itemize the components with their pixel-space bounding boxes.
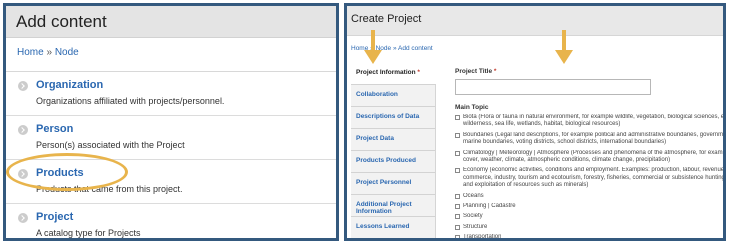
topic-label-line: commerce, industry, tourism and ecotouri… [463, 174, 725, 181]
topic-label-line: Structure [463, 223, 488, 230]
tab-project-information[interactable]: Project Information * [351, 63, 436, 85]
topic-label: Structure [463, 224, 487, 231]
topic-label-line: Society [463, 213, 483, 220]
topic-option[interactable]: Society [455, 213, 723, 220]
add-content-panel: Add content Home » Node Organization Org… [3, 3, 339, 241]
topic-checkbox[interactable] [455, 193, 460, 199]
required-marker: * [417, 69, 420, 76]
tab-label: Products Produced [356, 157, 416, 164]
create-project-panel: Create Project Home » Node » Add content… [344, 3, 726, 241]
topic-option[interactable]: Biota (Flora or fauna in natural environ… [455, 114, 725, 129]
topic-option[interactable]: Economy (economic activities, conditions… [455, 167, 725, 189]
topic-label-line: Oceans [463, 192, 484, 199]
topic-option[interactable]: Boundaries (Legal land descriptions, for… [455, 131, 725, 147]
tab-label: Lessons Learned [356, 223, 410, 230]
arrow-down-icon [364, 30, 382, 64]
topic-label-line: Planning | Cadastre [463, 203, 516, 210]
topic-label-line: Transportation [463, 234, 502, 241]
topic-label-line: cover, weather, climate, atmospheric con… [463, 157, 671, 164]
topic-label: Oceans [463, 193, 484, 200]
topic-option[interactable]: Structure [455, 224, 723, 231]
topic-label: Climatology | Meteorology | Atmosphere (… [463, 149, 725, 165]
topic-label: Boundaries (Legal land descriptions, for… [463, 131, 725, 147]
topic-label: Biota (Flora or fauna in natural environ… [463, 114, 725, 129]
topic-option[interactable]: Transportation [455, 234, 723, 241]
tab-label: Project Data [356, 135, 394, 142]
main-topic-label: Main Topic [455, 104, 489, 111]
topic-checkbox[interactable] [455, 168, 460, 174]
topic-option[interactable]: Planning | Cadastre [455, 203, 723, 210]
content-type-description: Organizations affiliated with projects/p… [36, 96, 225, 106]
topic-checkbox[interactable] [455, 235, 460, 238]
tab-project-data[interactable]: Project Data [351, 129, 435, 151]
tab-label: Additional Project Information [356, 201, 412, 215]
tab-products-produced[interactable]: Products Produced [351, 151, 435, 173]
arrow-down-icon [555, 30, 573, 64]
chevron-right-icon [18, 81, 28, 91]
tab-label: Project Information [356, 69, 416, 76]
topic-checkbox[interactable] [455, 224, 460, 230]
topic-label: Planning | Cadastre [463, 203, 516, 210]
tab-project-personnel[interactable]: Project Personnel [351, 173, 435, 195]
required-marker: * [493, 68, 497, 75]
project-title-input[interactable] [455, 79, 651, 95]
content-type-project[interactable]: Project A catalog type for Projects [6, 204, 336, 238]
breadcrumb-add-content-link[interactable]: Add content [398, 45, 433, 52]
tab-collaboration[interactable]: Collaboration [351, 85, 435, 107]
breadcrumb-node-link[interactable]: Node [55, 47, 79, 58]
content-type-description: A catalog type for Projects [36, 228, 141, 238]
breadcrumb: Home » Node [6, 38, 336, 72]
products-highlight-circle [6, 153, 128, 191]
vertical-tabs: Project Information * Collaboration Desc… [351, 63, 436, 238]
topic-label-line: and exploitation of resources such as mi… [463, 182, 589, 189]
main-topic-checkboxes: Biota (Flora or fauna in natural environ… [455, 114, 725, 241]
stage: Add content Home » Node Organization Org… [0, 0, 729, 245]
content-type-title[interactable]: Organization [36, 79, 336, 91]
topic-checkbox[interactable] [455, 150, 460, 156]
breadcrumb-home-link[interactable]: Home [17, 47, 44, 58]
topic-label: Society [463, 213, 483, 220]
topic-checkbox[interactable] [455, 115, 460, 120]
topic-label-line: marine boundaries, voting districts, sch… [463, 139, 667, 146]
content-type-organization[interactable]: Organization Organizations affiliated wi… [6, 72, 336, 116]
breadcrumb-separator: » [46, 47, 53, 58]
topic-option[interactable]: Oceans [455, 193, 723, 200]
topic-checkbox[interactable] [455, 214, 460, 220]
tab-lessons-learned[interactable]: Lessons Learned [351, 217, 435, 238]
topic-label: Economy (economic activities, conditions… [463, 167, 725, 189]
tab-additional-project-information[interactable]: Additional Project Information [351, 195, 435, 217]
tab-label: Collaboration [356, 91, 398, 98]
topic-label-line: wilderness, sea life, wetlands, habitat,… [463, 121, 621, 128]
field-label-text: Project Title [455, 68, 493, 75]
topic-checkbox[interactable] [455, 132, 460, 138]
project-title-label: Project Title * [455, 68, 723, 75]
page-title: Create Project [347, 6, 723, 36]
topic-label: Transportation [463, 234, 502, 241]
content-type-description: Person(s) associated with the Project [36, 140, 185, 150]
content-type-title[interactable]: Person [36, 123, 336, 135]
topic-label-line: Biota (Flora or fauna in natural environ… [463, 114, 725, 120]
chevron-right-icon [18, 125, 28, 135]
topic-option[interactable]: Climatology | Meteorology | Atmosphere (… [455, 149, 725, 165]
chevron-right-icon [18, 213, 28, 223]
topic-label-line: Climatology | Meteorology | Atmosphere (… [463, 149, 725, 156]
tab-descriptions-of-data[interactable]: Descriptions of Data [351, 107, 435, 129]
page-title: Add content [6, 6, 336, 38]
project-form: Project Title * Main Topic Biota (Flora … [455, 68, 725, 241]
topic-label-line: Boundaries (Legal land descriptions, for… [463, 131, 725, 138]
content-type-title[interactable]: Project [36, 211, 336, 223]
topic-checkbox[interactable] [455, 204, 460, 210]
breadcrumb-separator: » [392, 45, 397, 52]
topic-label-line: Economy (economic activities, conditions… [463, 167, 725, 174]
tab-label: Project Personnel [356, 179, 412, 186]
tab-label: Descriptions of Data [356, 113, 420, 120]
